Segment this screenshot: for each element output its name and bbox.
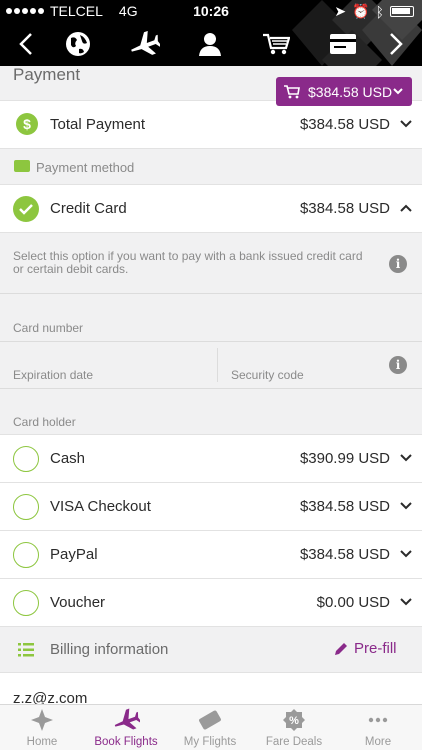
- payment-method-label: Payment method: [36, 160, 135, 175]
- option-label: VISA Checkout: [50, 498, 151, 515]
- tab-label: My Flights: [183, 736, 237, 748]
- info-icon[interactable]: i: [389, 356, 407, 374]
- chevron-down-icon: [400, 502, 412, 510]
- svg-text:%: %: [289, 715, 299, 727]
- forward-icon[interactable]: [386, 26, 406, 62]
- chevron-down-icon: [400, 598, 412, 606]
- card-number-field[interactable]: Card number: [13, 321, 83, 335]
- payment-step-icon[interactable]: [326, 26, 360, 62]
- chevron-down-icon: [400, 550, 412, 558]
- tab-my-flights[interactable]: My Flights: [168, 705, 252, 750]
- list-icon: [18, 643, 34, 657]
- option-label: Voucher: [50, 594, 106, 611]
- chevron-down-icon: [393, 88, 403, 95]
- alarm-icon: ⏰: [352, 3, 370, 19]
- option-label: PayPal: [50, 546, 98, 563]
- payment-method-header: Payment method: [0, 148, 422, 184]
- radio-icon: [13, 590, 39, 616]
- flight-icon[interactable]: [126, 26, 162, 62]
- top-bar: TELCEL 4G 10:26 ➤ ⏰ ᛒ: [0, 0, 422, 66]
- option-amount: $384.58 USD: [299, 546, 390, 563]
- credit-card-form: Select this option if you want to pay wi…: [0, 232, 422, 434]
- option-label: Cash: [50, 450, 86, 467]
- billing-information-label: Billing information: [50, 641, 169, 658]
- globe-icon[interactable]: [62, 26, 94, 62]
- card-holder-field[interactable]: Card holder: [13, 415, 76, 429]
- percent-badge-icon: %: [283, 709, 305, 731]
- ticket-icon: [199, 710, 221, 730]
- credit-card-description: Select this option if you want to pay wi…: [13, 249, 363, 276]
- pencil-icon: [335, 642, 347, 655]
- option-amount: $384.58 USD: [299, 498, 390, 515]
- tab-label: Home: [26, 736, 58, 748]
- billing-email: z.z@z.com: [13, 690, 88, 704]
- payment-option-paypal[interactable]: PayPal $384.58 USD: [0, 530, 422, 578]
- payment-option-cash[interactable]: Cash $390.99 USD: [0, 434, 422, 482]
- security-code-field[interactable]: Security code: [231, 368, 304, 382]
- option-amount: $0.00 USD: [316, 594, 390, 611]
- tab-book-flights[interactable]: Book Flights: [84, 705, 168, 750]
- back-icon[interactable]: [14, 26, 38, 62]
- bluetooth-icon: ᛒ: [375, 3, 384, 20]
- cart-total-amount: $384.58 USD: [308, 83, 393, 100]
- total-payment-label: Total Payment: [50, 116, 146, 133]
- info-icon[interactable]: i: [389, 255, 407, 273]
- check-circle-icon: [13, 196, 39, 222]
- total-payment-amount: $384.58 USD: [299, 116, 390, 133]
- cart-total-button[interactable]: $384.58 USD: [276, 77, 412, 106]
- cart-icon[interactable]: [260, 26, 292, 62]
- dollar-icon: $: [16, 113, 38, 135]
- status-bar: TELCEL 4G 10:26 ➤ ⏰ ᛒ: [0, 0, 422, 22]
- payment-option-voucher[interactable]: Voucher $0.00 USD: [0, 578, 422, 626]
- battery-icon: [390, 6, 414, 17]
- radio-icon: [13, 542, 39, 568]
- more-icon: [368, 717, 388, 723]
- chevron-down-icon: [400, 120, 412, 128]
- prefill-button[interactable]: Pre-fill: [334, 640, 397, 657]
- step-navigation: [0, 22, 422, 66]
- page-title: Payment: [13, 66, 81, 84]
- billing-email-row[interactable]: z.z@z.com: [0, 672, 422, 704]
- tab-label: Fare Deals: [265, 736, 323, 748]
- tab-label: More: [364, 736, 392, 748]
- tab-home[interactable]: Home: [0, 705, 84, 750]
- expiration-date-field[interactable]: Expiration date: [13, 368, 93, 382]
- flight-icon: [114, 708, 140, 730]
- radio-icon: [13, 494, 39, 520]
- chevron-down-icon: [400, 454, 412, 462]
- wallet-icon: [14, 160, 30, 172]
- cart-icon: [284, 84, 300, 98]
- location-icon: ➤: [334, 3, 347, 19]
- tab-fare-deals[interactable]: % Fare Deals: [252, 705, 336, 750]
- credit-card-label: Credit Card: [50, 200, 127, 217]
- credit-card-option[interactable]: Credit Card $384.58 USD: [0, 184, 422, 232]
- option-amount: $390.99 USD: [299, 450, 390, 467]
- chevron-up-icon: [400, 204, 412, 212]
- billing-information-header: Billing information Pre-fill: [0, 626, 422, 672]
- total-payment-row[interactable]: $ Total Payment $384.58 USD: [0, 100, 422, 148]
- payment-content: Payment $ Total Payment $384.58 USD $384…: [0, 66, 422, 704]
- tab-label: Book Flights: [94, 736, 158, 748]
- radio-icon: [13, 446, 39, 472]
- prefill-label: Pre-fill: [354, 640, 397, 657]
- tab-more[interactable]: More: [336, 705, 420, 750]
- passenger-icon[interactable]: [194, 26, 226, 62]
- tab-bar: Home Book Flights My Flights % Fare Deal…: [0, 704, 422, 750]
- credit-card-amount: $384.58 USD: [299, 200, 390, 217]
- home-icon: [31, 709, 53, 731]
- payment-option-visa-checkout[interactable]: VISA Checkout $384.58 USD: [0, 482, 422, 530]
